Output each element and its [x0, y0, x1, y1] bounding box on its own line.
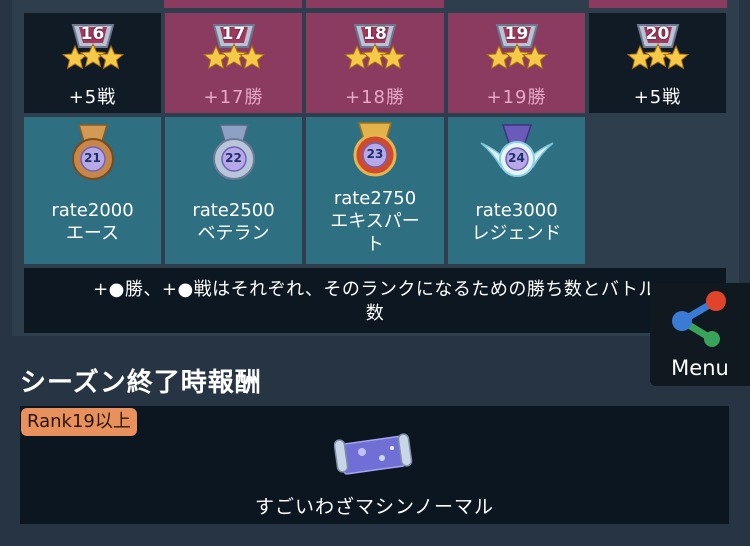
note-line-1: +●勝、+●戦はそれぞれ、そのランクになるための勝ち数とバトル — [93, 279, 657, 300]
rank-requirement: +18勝 — [345, 87, 405, 108]
rank-title: エキスパー — [330, 211, 420, 232]
three-stars-icon — [61, 43, 124, 70]
rank-requirement: +19勝 — [486, 87, 547, 108]
rank-title: ベテラン — [197, 223, 270, 244]
rank-number: 20 — [645, 24, 670, 44]
section-title: シーズン終了時報酬 — [20, 368, 262, 398]
previous-row-edge — [589, 0, 727, 8]
rank-cell-19: 19 +19勝 — [448, 13, 585, 113]
tm-scroll-icon — [334, 433, 413, 475]
rank-number: 24 — [508, 151, 525, 165]
rank-cell-16: 16 +5戦 — [24, 13, 161, 113]
rank-cell-17: 17 +17勝 — [165, 13, 302, 113]
rate-cell-24: 24 rate3000 レジェンド — [448, 117, 585, 264]
rank-number: 22 — [225, 151, 242, 165]
rank-cell-20: 20 +5戦 — [589, 13, 726, 113]
three-stars-icon — [202, 43, 265, 70]
rank-title-wrap: ト — [366, 234, 384, 255]
rate-threshold: rate2000 — [51, 200, 134, 221]
rate-threshold: rate3000 — [475, 200, 558, 221]
three-stars-icon — [343, 43, 407, 70]
rank-requirement-badge: Rank19以上 — [21, 408, 137, 436]
rate-cell-22: 22 rate2500 ベテラン — [165, 117, 302, 264]
rate-threshold: rate2750 — [333, 188, 417, 209]
rate-cell-21: 21 rate2000 エース — [24, 117, 161, 264]
menu-button[interactable]: Menu — [650, 283, 750, 386]
rank-number: 17 — [221, 24, 246, 44]
rank-number: 16 — [80, 24, 105, 44]
rank-number: 21 — [84, 151, 101, 165]
rate-threshold: rate2500 — [192, 200, 275, 221]
note-line-2: 数 — [365, 303, 385, 324]
rank-cell-18: 18 +18勝 — [306, 13, 444, 113]
menu-label: Menu — [671, 356, 729, 380]
previous-row-edge — [164, 0, 302, 8]
rank-number: 19 — [504, 24, 529, 44]
rank-title: レジェンド — [471, 223, 562, 244]
rank-requirement: +17勝 — [203, 87, 264, 108]
three-stars-icon — [485, 43, 548, 70]
rate-cell-23: 23 rate2750 エキスパー ト — [306, 117, 444, 264]
share-icon — [672, 291, 726, 347]
rank-number: 18 — [363, 24, 387, 44]
rank-title: エース — [65, 223, 120, 244]
three-stars-icon — [626, 43, 689, 70]
rank-number: 23 — [366, 147, 384, 161]
rank-requirement-note: +●勝、+●戦はそれぞれ、そのランクになるための勝ち数とバトル 数 — [24, 268, 726, 333]
reward-item-name: すごいわざマシンノーマル — [254, 496, 495, 518]
rank-requirement: +5戦 — [68, 87, 117, 108]
previous-row-edge — [306, 0, 444, 8]
rank-requirement: +5戦 — [633, 87, 682, 108]
